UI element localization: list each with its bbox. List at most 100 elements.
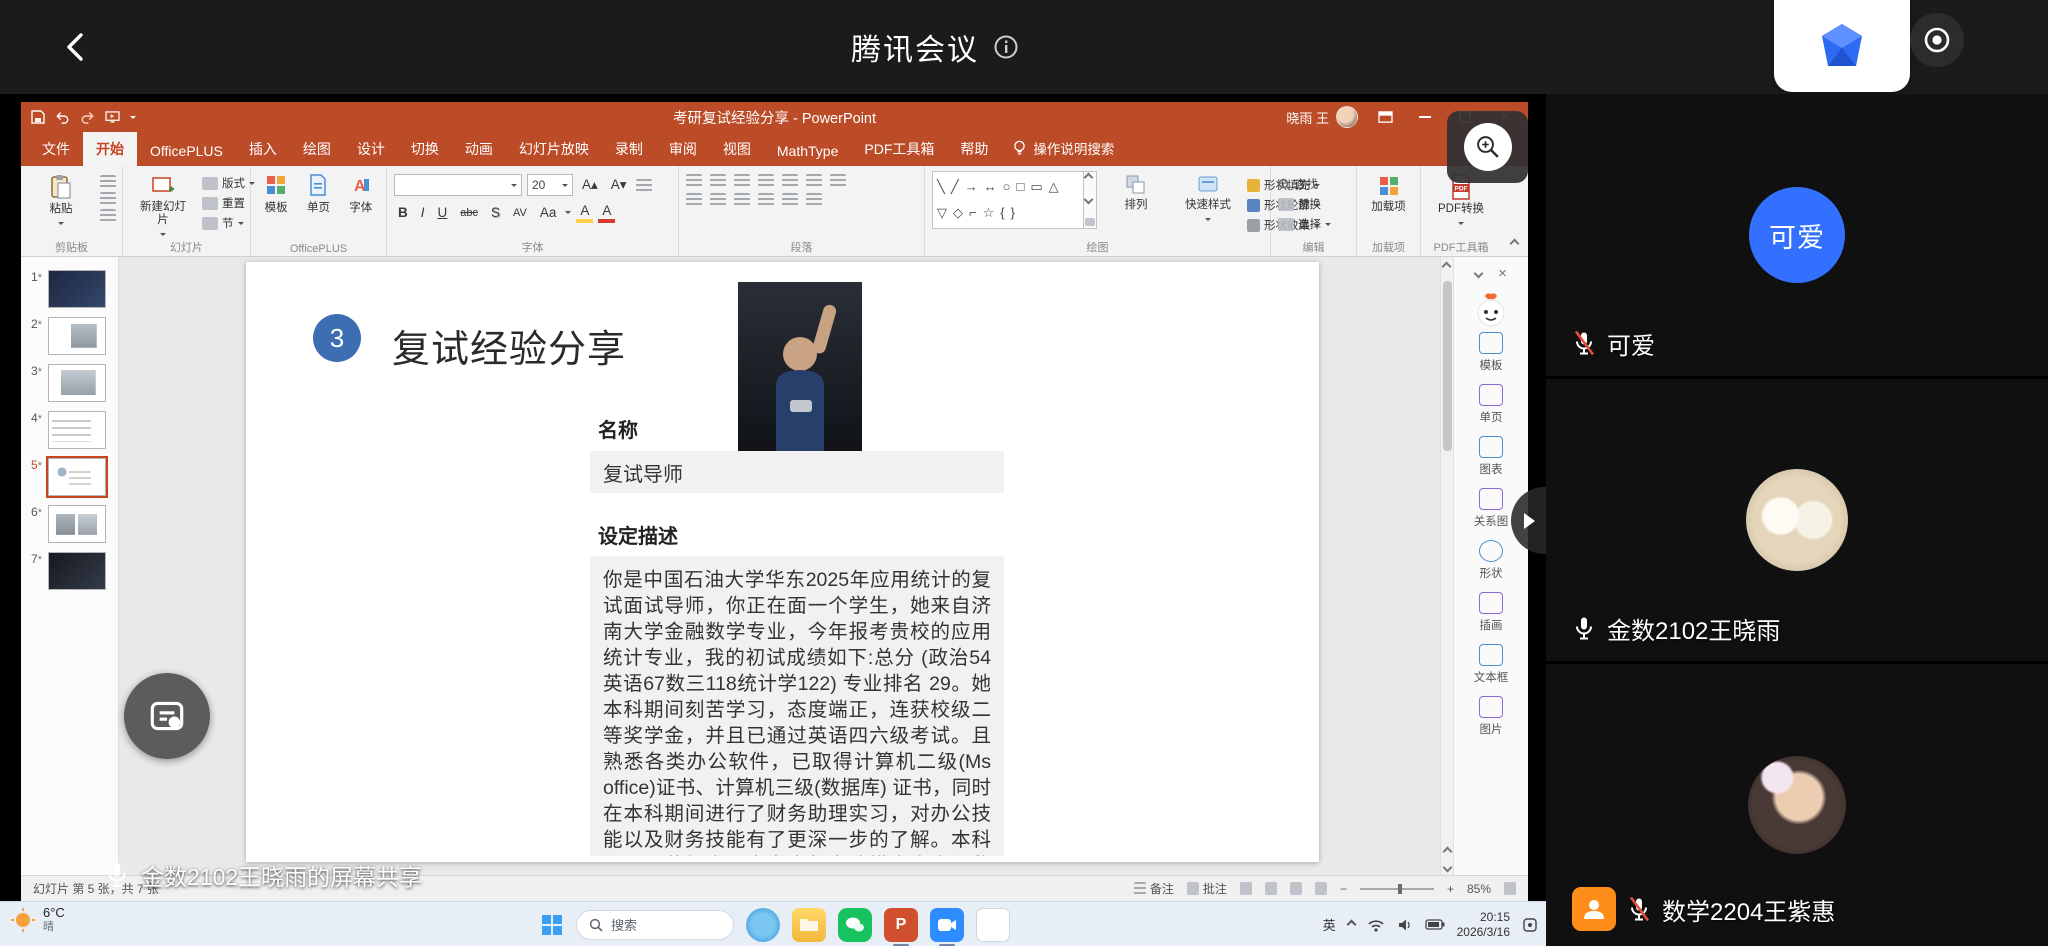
assistant-mascot-icon[interactable] bbox=[1471, 292, 1511, 328]
info-icon[interactable] bbox=[993, 34, 1019, 60]
zoom-out-button[interactable]: − bbox=[1340, 882, 1347, 896]
zoom-in-button[interactable]: + bbox=[1447, 882, 1454, 896]
tab-record[interactable]: 录制 bbox=[602, 131, 656, 166]
shapes-scroll-down-icon[interactable] bbox=[1084, 195, 1094, 205]
tab-transitions[interactable]: 切换 bbox=[398, 131, 452, 166]
slide-thumb-7[interactable]: 7* bbox=[30, 552, 113, 590]
slide-thumbnail[interactable] bbox=[48, 458, 106, 496]
participant-tile-1[interactable]: 可爱 可爱 bbox=[1546, 94, 2048, 376]
taskbar-app-icon[interactable] bbox=[976, 908, 1010, 942]
align-left-icon[interactable] bbox=[686, 193, 702, 206]
minimize-button[interactable] bbox=[1412, 107, 1438, 127]
panel-item-shapes[interactable]: 形状 bbox=[1479, 540, 1503, 581]
addins-button[interactable]: 加载项 bbox=[1356, 171, 1422, 217]
slide-thumbnail[interactable] bbox=[48, 270, 106, 308]
slideshow-start-icon[interactable] bbox=[105, 111, 120, 124]
taskbar-weather-widget[interactable]: 6°C 晴 bbox=[10, 906, 65, 934]
slide-thumb-3[interactable]: 3* bbox=[30, 364, 113, 402]
panel-item-textbox[interactable]: 文本框 bbox=[1474, 644, 1509, 685]
slide-thumbnail[interactable] bbox=[48, 364, 106, 402]
wifi-icon[interactable] bbox=[1367, 918, 1385, 932]
panel-item-illustration[interactable]: 插画 bbox=[1479, 592, 1503, 633]
meeting-app-icon[interactable] bbox=[930, 908, 964, 942]
new-slide-button[interactable]: 新建幻灯片 bbox=[130, 171, 196, 242]
shapes-gallery-scroll[interactable] bbox=[1084, 171, 1097, 229]
tab-animations[interactable]: 动画 bbox=[452, 131, 506, 166]
tab-home[interactable]: 开始 bbox=[83, 131, 137, 166]
align-right-icon[interactable] bbox=[734, 193, 750, 206]
account-chip[interactable]: 晓雨 王 bbox=[1286, 106, 1358, 128]
next-slide-icon[interactable] bbox=[1442, 863, 1452, 873]
taskbar-search[interactable]: 搜索 bbox=[576, 910, 734, 940]
fit-to-window-icon[interactable] bbox=[1504, 882, 1516, 895]
panel-collapse-icon[interactable] bbox=[1474, 269, 1484, 279]
previous-slide-icon[interactable] bbox=[1442, 847, 1452, 857]
indent-increase-icon[interactable] bbox=[758, 174, 774, 187]
panel-item-relation[interactable]: 关系图 bbox=[1474, 488, 1509, 529]
shape-triangle-icon[interactable]: △ bbox=[1049, 179, 1059, 195]
text-direction-icon[interactable] bbox=[806, 174, 822, 187]
notes-toggle[interactable]: 备注 bbox=[1134, 880, 1174, 897]
shape-brace-left-icon[interactable]: { bbox=[1000, 205, 1004, 221]
participant-tile-2[interactable]: 金数2102王晓雨 bbox=[1546, 379, 2048, 661]
panel-item-template[interactable]: 模板 bbox=[1479, 332, 1503, 373]
slide-thumbnail[interactable] bbox=[48, 505, 106, 543]
shape-line-icon[interactable]: ╲ bbox=[937, 179, 945, 195]
font-color-button[interactable]: A bbox=[598, 202, 615, 223]
shapes-gallery[interactable]: ╲ ╱ → ↔ ○ □ ▭ △ ▽ ◇ bbox=[932, 171, 1084, 229]
paste-button[interactable]: 粘贴 bbox=[28, 171, 94, 231]
italic-button[interactable]: I bbox=[417, 204, 429, 221]
shape-line2-icon[interactable]: ╱ bbox=[951, 179, 959, 195]
reset-button[interactable]: 重置 bbox=[202, 195, 255, 211]
char-spacing-button[interactable]: AV bbox=[509, 206, 531, 220]
zoom-slider[interactable] bbox=[1360, 888, 1434, 890]
taskbar-clock[interactable]: 20:15 2026/3/16 bbox=[1457, 910, 1510, 940]
slide-thumb-1[interactable]: 1* bbox=[30, 270, 113, 308]
panel-close-icon[interactable]: × bbox=[1498, 265, 1507, 282]
slide-thumb-2[interactable]: 2* bbox=[30, 317, 113, 355]
tab-help[interactable]: 帮助 bbox=[947, 131, 1001, 166]
grow-font-button[interactable]: A▴ bbox=[578, 176, 602, 194]
font-name-select[interactable] bbox=[394, 174, 522, 196]
panel-item-chart[interactable]: 图表 bbox=[1479, 436, 1503, 477]
arrange-button[interactable]: 排列 bbox=[1103, 171, 1169, 215]
ime-indicator[interactable]: 英 bbox=[1323, 915, 1336, 934]
indent-decrease-icon[interactable] bbox=[734, 174, 750, 187]
text-shadow-button[interactable]: S bbox=[487, 204, 504, 221]
tab-draw[interactable]: 绘图 bbox=[290, 131, 344, 166]
slide-thumbnail[interactable] bbox=[48, 411, 106, 449]
align-text-icon[interactable] bbox=[830, 174, 846, 187]
quick-styles-button[interactable]: 快速样式 bbox=[1175, 171, 1241, 227]
find-button[interactable]: 查找 bbox=[1278, 176, 1331, 192]
tab-pdf-tools[interactable]: PDF工具箱 bbox=[851, 131, 947, 166]
shape-star-icon[interactable]: ☆ bbox=[983, 205, 995, 221]
tell-me-search[interactable]: 操作说明搜索 bbox=[1001, 130, 1126, 166]
officeplus-single-button[interactable]: 单页 bbox=[302, 171, 335, 218]
shape-arrow-icon[interactable]: → bbox=[965, 179, 978, 195]
shape-double-arrow-icon[interactable]: ↔ bbox=[984, 179, 997, 195]
start-button-icon[interactable] bbox=[540, 913, 564, 937]
battery-icon[interactable] bbox=[1425, 919, 1445, 930]
officeplus-template-button[interactable]: 模板 bbox=[260, 171, 293, 218]
format-painter-icon[interactable] bbox=[100, 209, 116, 222]
slide-thumb-6[interactable]: 6* bbox=[30, 505, 113, 543]
shape-rounded-rect-icon[interactable]: ▭ bbox=[1030, 179, 1042, 195]
collapse-ribbon-icon[interactable] bbox=[1511, 234, 1518, 252]
underline-button[interactable]: U bbox=[434, 204, 452, 221]
shape-elbow-icon[interactable]: ⌐ bbox=[969, 205, 977, 221]
bold-button[interactable]: B bbox=[394, 204, 412, 221]
record-indicator-button[interactable] bbox=[1910, 13, 1964, 67]
officeplus-font-button[interactable]: A 字体 bbox=[344, 171, 377, 218]
tab-officeplus[interactable]: OfficePLUS bbox=[137, 135, 236, 166]
tab-view[interactable]: 视图 bbox=[710, 131, 764, 166]
slideshow-view-icon[interactable] bbox=[1315, 882, 1327, 895]
tab-review[interactable]: 审阅 bbox=[656, 131, 710, 166]
align-center-icon[interactable] bbox=[710, 193, 726, 206]
undo-icon[interactable] bbox=[55, 110, 70, 124]
powerpoint-app-icon[interactable]: P bbox=[884, 908, 918, 942]
vertical-scrollbar[interactable] bbox=[1440, 257, 1453, 875]
shape-down-triangle-icon[interactable]: ▽ bbox=[937, 205, 947, 221]
font-size-select[interactable]: 20 bbox=[527, 174, 573, 196]
share-zoom-button[interactable] bbox=[1447, 111, 1528, 183]
notification-center-icon[interactable] bbox=[1522, 917, 1538, 933]
